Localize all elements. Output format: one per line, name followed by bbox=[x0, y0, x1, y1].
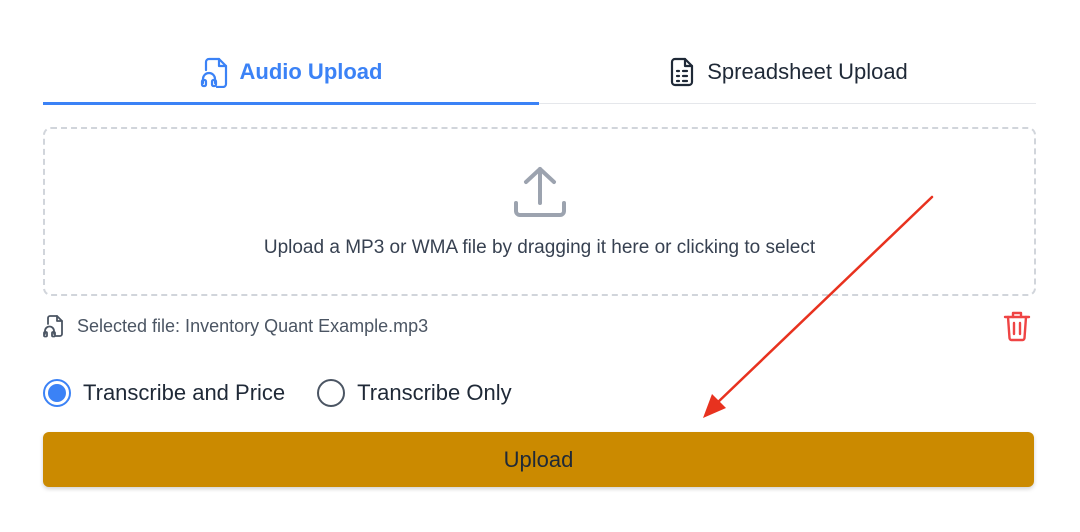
upload-icon bbox=[510, 129, 570, 223]
selected-file-label: Selected file: Inventory Quant Example.m… bbox=[77, 315, 429, 336]
radio-transcribe-and-price[interactable]: Transcribe and Price bbox=[43, 379, 285, 407]
audio-file-icon bbox=[43, 314, 77, 338]
trash-icon bbox=[1002, 309, 1032, 343]
selected-file-row: Selected file: Inventory Quant Example.m… bbox=[43, 308, 1036, 344]
radio-transcribe-only-label: Transcribe Only bbox=[357, 380, 512, 405]
tab-spreadsheet-upload-label: Spreadsheet Upload bbox=[707, 58, 908, 84]
delete-file-button[interactable] bbox=[1000, 308, 1034, 344]
tab-audio-upload[interactable]: Audio Upload bbox=[43, 40, 539, 105]
upload-button[interactable]: Upload bbox=[43, 432, 1034, 487]
upload-tabs: Audio Upload Spreadsheet Upload bbox=[43, 40, 1036, 105]
tab-audio-upload-label: Audio Upload bbox=[239, 58, 383, 84]
file-dropzone[interactable]: Upload a MP3 or WMA file by dragging it … bbox=[43, 127, 1036, 296]
tab-spreadsheet-upload[interactable]: Spreadsheet Upload bbox=[539, 40, 1036, 103]
spreadsheet-file-icon bbox=[667, 56, 697, 88]
radio-transcribe-and-price-label: Transcribe and Price bbox=[83, 380, 286, 405]
headphones-file-icon bbox=[200, 56, 230, 88]
radio-transcribe-only[interactable]: Transcribe Only bbox=[317, 379, 512, 407]
mode-radio-group: Transcribe and Price Transcribe Only bbox=[43, 374, 512, 412]
radio-indicator[interactable] bbox=[317, 379, 346, 407]
upload-panel: Audio Upload Spreadsheet Upload Upload a… bbox=[0, 0, 1080, 532]
radio-indicator[interactable] bbox=[43, 379, 71, 407]
dropzone-hint: Upload a MP3 or WMA file by dragging it … bbox=[263, 237, 816, 258]
